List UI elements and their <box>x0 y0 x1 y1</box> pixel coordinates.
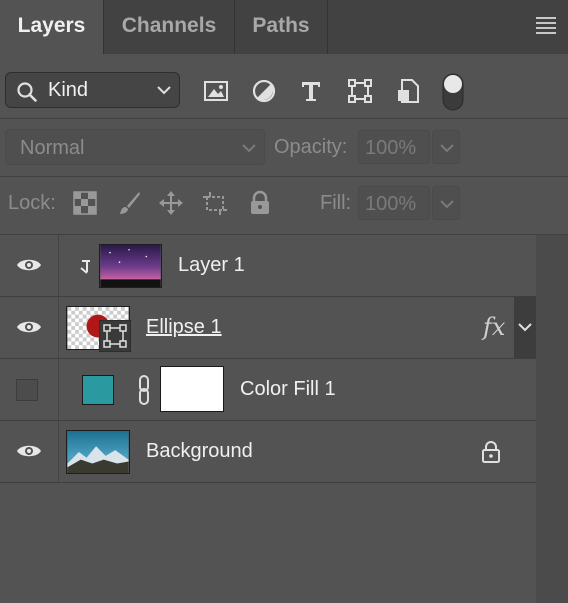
tab-divider <box>327 0 328 54</box>
panel-menu-icon[interactable] <box>536 17 556 34</box>
shape-filter-icon[interactable] <box>346 77 374 105</box>
lock-artboard-icon[interactable] <box>202 190 228 216</box>
fill-dropdown[interactable] <box>432 186 460 220</box>
chevron-down-icon <box>518 323 532 332</box>
eye-icon[interactable] <box>16 318 42 336</box>
layer-thumbnail <box>99 244 162 288</box>
lock-icon[interactable] <box>480 440 502 464</box>
lock-image-pixels-icon[interactable] <box>116 190 142 216</box>
eye-icon[interactable] <box>16 256 42 274</box>
layer-mask-thumbnail[interactable] <box>160 366 224 412</box>
lock-all-icon[interactable] <box>247 190 273 216</box>
clipping-mask-arrow-icon <box>80 260 90 274</box>
opacity-dropdown[interactable] <box>432 130 460 164</box>
lock-position-icon[interactable] <box>158 190 184 216</box>
blend-mode-label: Normal <box>20 137 85 159</box>
color-fill-swatch[interactable] <box>82 375 114 405</box>
lock-transparent-pixels-icon[interactable] <box>72 190 98 216</box>
chevron-down-icon <box>157 86 171 95</box>
layer-name[interactable]: Background <box>146 440 253 463</box>
filter-kind-select[interactable]: Kind <box>5 72 180 108</box>
chevron-down-icon <box>440 144 454 153</box>
visibility-column <box>0 421 59 482</box>
link-icon[interactable] <box>136 374 152 406</box>
layers-scrollbar-track[interactable] <box>536 235 568 603</box>
chevron-down-icon <box>440 200 454 209</box>
visibility-column <box>0 297 59 358</box>
divider <box>0 176 568 177</box>
tab-channels[interactable]: Channels <box>104 0 234 54</box>
eye-icon[interactable] <box>16 442 42 460</box>
chevron-down-icon <box>242 144 256 153</box>
blend-mode-select[interactable]: Normal <box>5 129 265 165</box>
filter-kind-label: Kind <box>48 79 89 101</box>
smart-object-filter-icon[interactable] <box>394 77 422 105</box>
search-icon <box>17 82 37 102</box>
image-filter-icon[interactable] <box>202 77 230 105</box>
layer-row[interactable]: Layer 1 <box>0 235 536 297</box>
fill-label: Fill: <box>320 192 352 214</box>
type-filter-icon[interactable] <box>297 77 325 105</box>
tab-layers[interactable]: Layers <box>0 0 103 54</box>
layer-thumbnail <box>66 430 130 474</box>
fx-badge[interactable]: fx <box>483 313 505 341</box>
adjustment-filter-icon[interactable] <box>250 77 278 105</box>
visibility-column <box>0 235 59 296</box>
effects-expand-toggle[interactable] <box>514 297 536 358</box>
tab-paths[interactable]: Paths <box>235 0 327 54</box>
layer-row[interactable]: Ellipse 1 fx <box>0 297 536 359</box>
visibility-toggle-off[interactable] <box>16 379 38 401</box>
filter-toggle-icon[interactable] <box>440 72 466 112</box>
panel-tab-bar: Layers Channels Paths <box>0 0 568 54</box>
layer-name[interactable]: Ellipse 1 <box>146 316 222 339</box>
visibility-column <box>0 359 59 420</box>
layer-row[interactable]: Color Fill 1 <box>0 359 536 421</box>
shape-layer-badge-icon <box>99 320 131 352</box>
lock-label: Lock: <box>8 192 56 214</box>
layer-name[interactable]: Color Fill 1 <box>240 378 336 401</box>
layer-row[interactable]: Background <box>0 421 536 483</box>
layer-name[interactable]: Layer 1 <box>178 254 245 277</box>
divider <box>0 118 568 119</box>
fill-input[interactable]: 100% <box>358 186 430 220</box>
opacity-label: Opacity: <box>274 136 348 158</box>
opacity-input[interactable]: 100% <box>358 130 430 164</box>
